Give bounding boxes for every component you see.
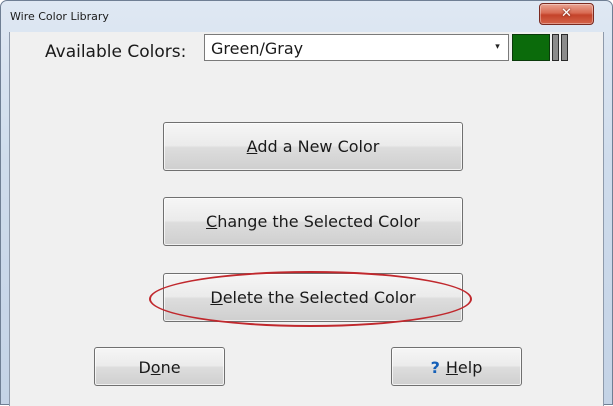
done-label: Done — [138, 358, 181, 377]
window-frame: Wire Color Library ✕ Available Colors: G… — [0, 0, 613, 406]
close-icon: ✕ — [561, 6, 572, 21]
help-button[interactable]: ? Help — [391, 347, 522, 386]
color-swatch-stripe — [552, 34, 559, 61]
change-selected-color-button[interactable]: Change the Selected Color — [163, 197, 463, 246]
color-swatch-stripe — [561, 34, 568, 61]
available-colors-dropdown[interactable]: Green/Gray ▾ — [204, 34, 509, 61]
color-swatch-main — [512, 34, 550, 61]
add-new-color-label: Add a New Color — [246, 137, 380, 156]
available-colors-label: Available Colors: — [45, 42, 187, 62]
selected-color-value: Green/Gray — [211, 39, 304, 58]
add-new-color-button[interactable]: Add a New Color — [163, 122, 463, 171]
delete-selected-color-button[interactable]: Delete the Selected Color — [163, 273, 463, 322]
change-selected-color-label: Change the Selected Color — [206, 212, 420, 231]
window-title: Wire Color Library — [10, 10, 109, 23]
title-bar[interactable]: Wire Color Library ✕ — [1, 1, 612, 33]
done-button[interactable]: Done — [94, 347, 225, 386]
help-icon: ? — [430, 358, 440, 377]
delete-selected-color-label: Delete the Selected Color — [210, 288, 416, 307]
help-label: ? Help — [430, 358, 483, 377]
chevron-down-icon[interactable]: ▾ — [489, 37, 506, 58]
close-button[interactable]: ✕ — [539, 3, 594, 25]
